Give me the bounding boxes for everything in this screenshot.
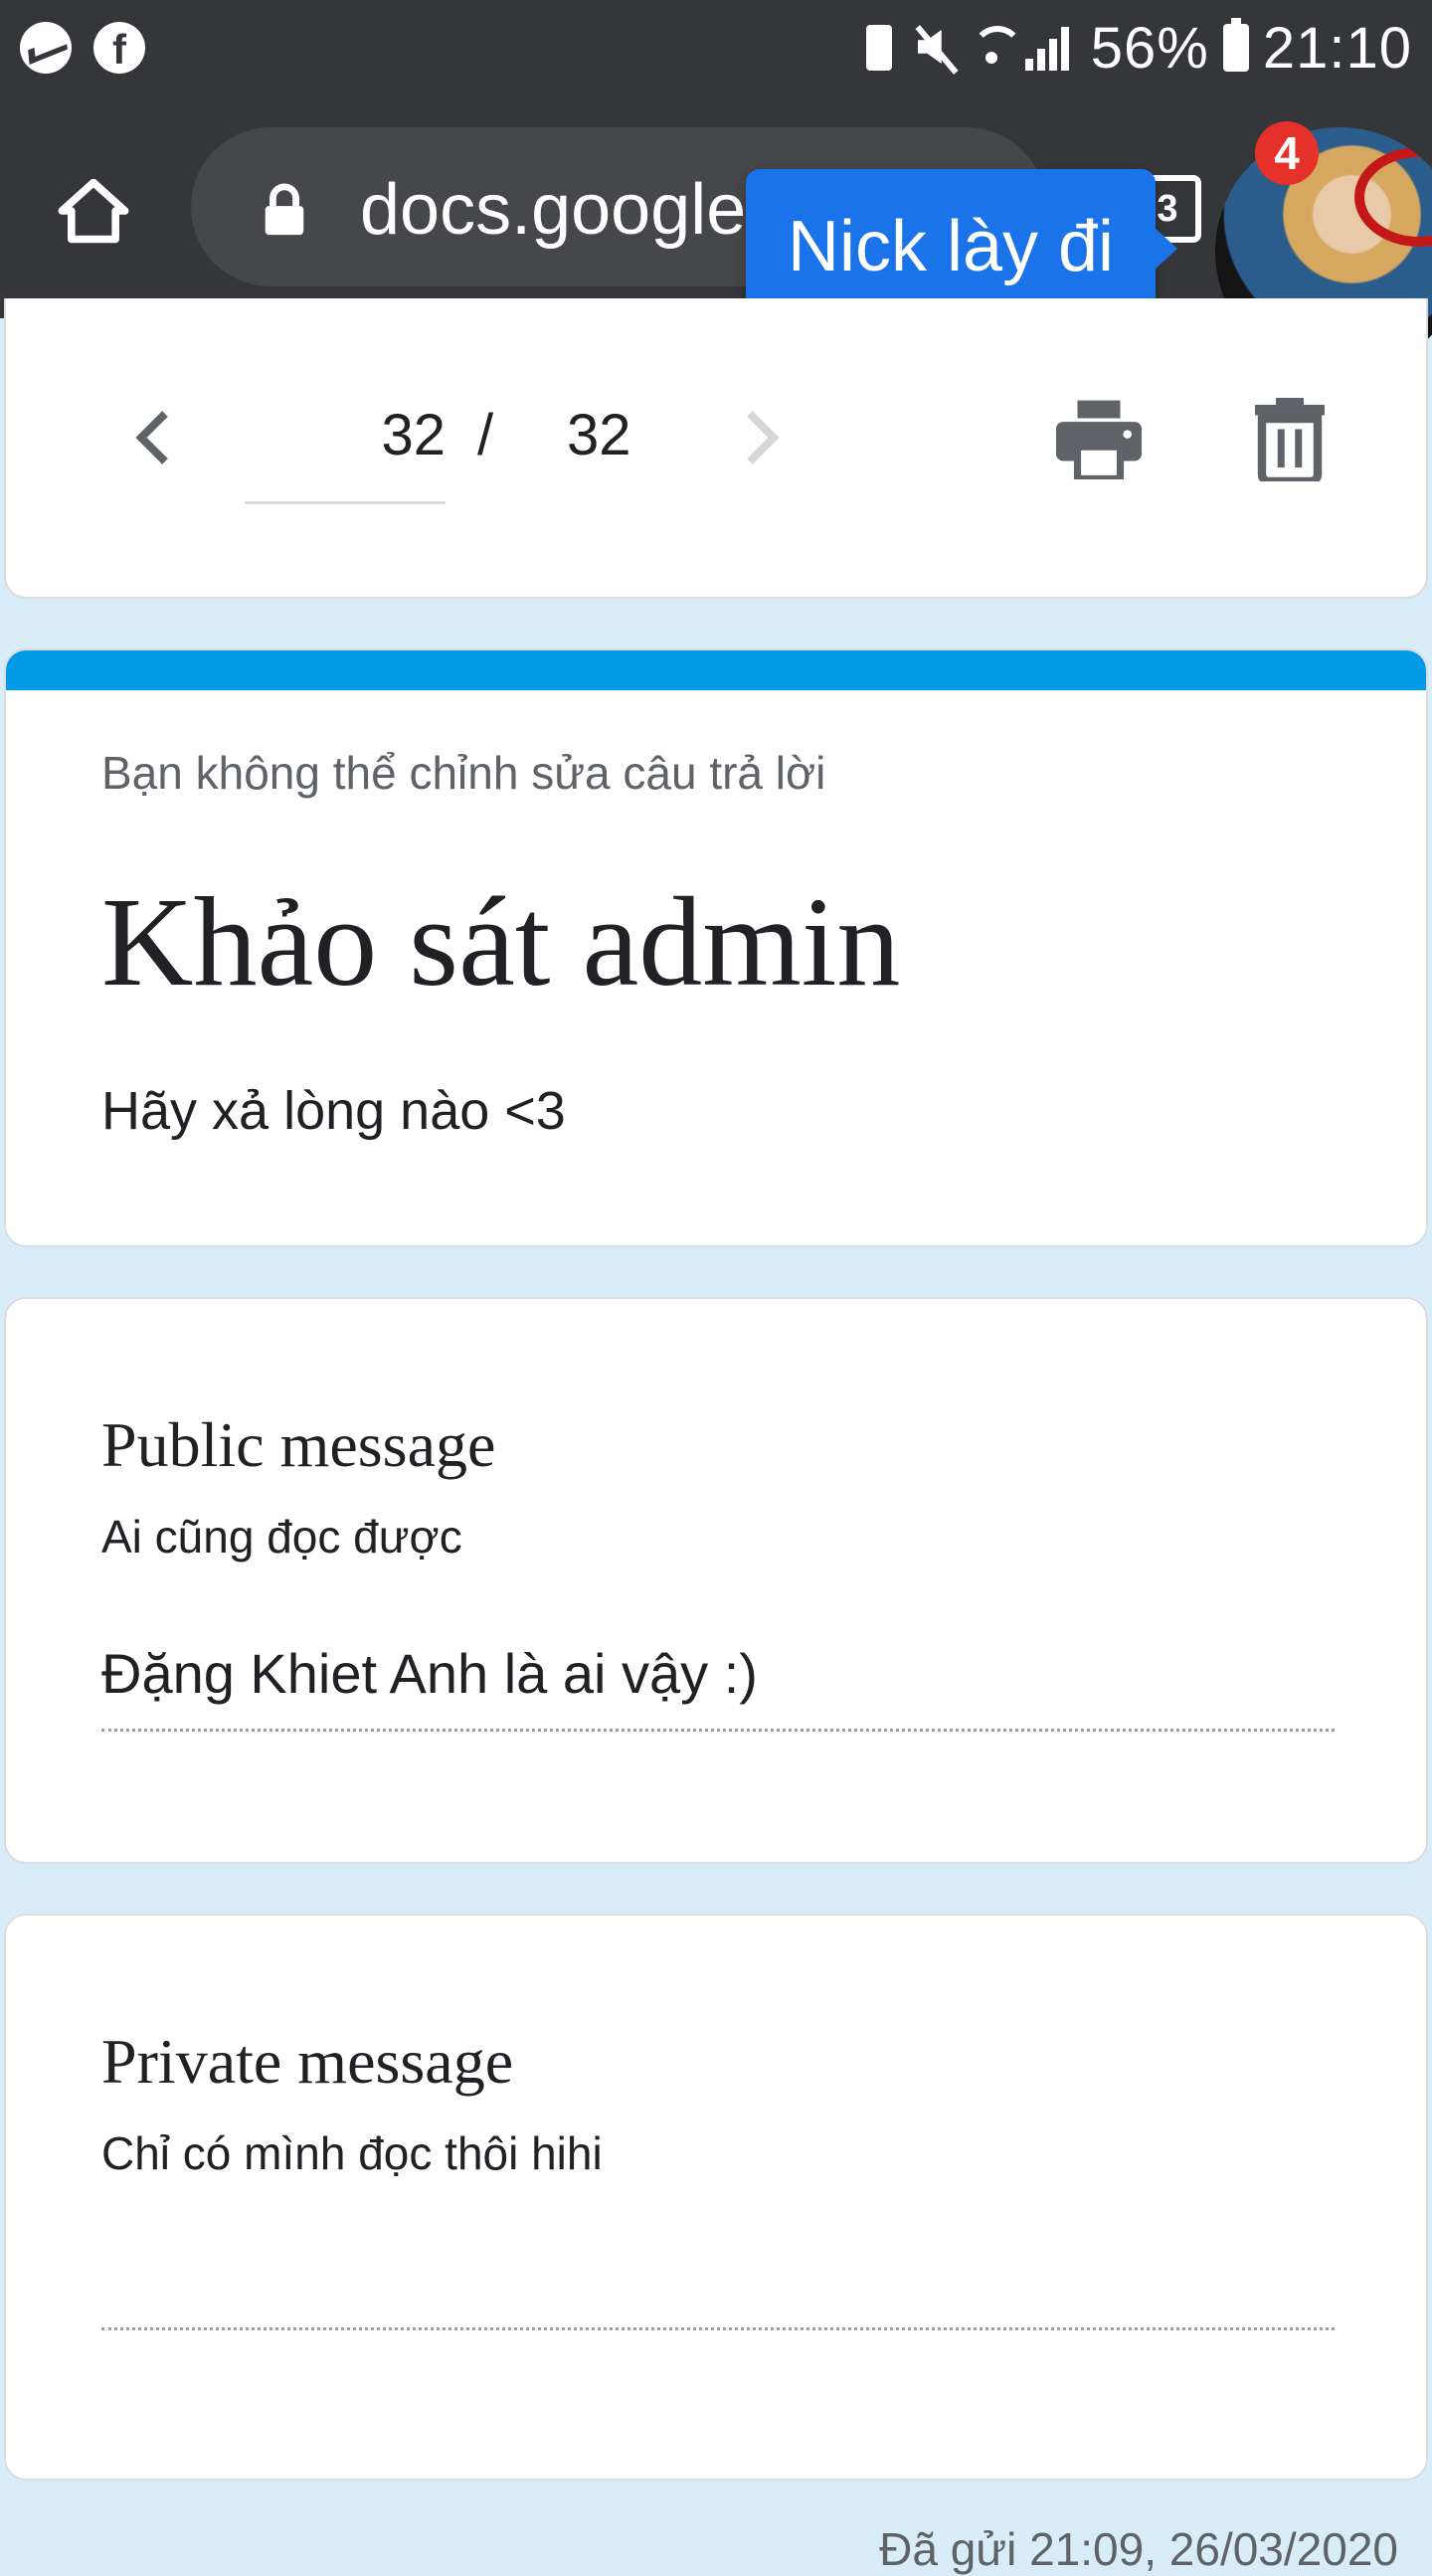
battery-saver-icon (865, 25, 892, 71)
notification-badge: 4 (1255, 121, 1319, 185)
battery-percent: 56% (1090, 15, 1209, 81)
response-navigation: 32 / 32 (4, 298, 1428, 599)
print-icon[interactable] (1056, 400, 1142, 479)
chevron-left-icon[interactable] (133, 408, 173, 467)
chevron-right-icon[interactable] (742, 408, 782, 467)
status-bar: 56% 21:10 (0, 0, 1432, 95)
total-responses: 32 (567, 403, 631, 467)
battery-icon (1222, 18, 1249, 72)
signal-icon (1024, 25, 1077, 71)
facebook-icon (93, 22, 145, 74)
answer-field: Đặng Khiet Anh là ai vậy :) (101, 1641, 1335, 1732)
question-title: Public message (101, 1409, 496, 1480)
form-header-card: Bạn không thể chỉnh sửa câu trả lời Khảo… (4, 648, 1428, 1247)
messenger-icon (20, 22, 72, 74)
question-card-private-message: Private message Chỉ có mình đọc thôi hih… (4, 1914, 1428, 2481)
current-response-input[interactable]: 32 (245, 358, 446, 504)
submission-timestamp: Đã gửi 21:09, 26/03/2020 (879, 2523, 1398, 2575)
current-response-value: 32 (381, 403, 446, 467)
lock-icon (265, 183, 304, 236)
trash-icon[interactable] (1255, 398, 1325, 481)
answer-field (101, 2327, 1335, 2330)
home-icon (58, 178, 129, 244)
form-description: Hãy xả lòng nào <3 (101, 1081, 566, 1141)
question-help-text: Chỉ có mình đọc thôi hihi (101, 2127, 603, 2179)
form-accent-bar (6, 650, 1426, 690)
edit-notice: Bạn không thể chỉnh sửa câu trả lời (101, 747, 826, 799)
question-help-text: Ai cũng đọc được (101, 1511, 462, 1563)
question-title: Private message (101, 2026, 514, 2097)
question-card-public-message: Public message Ai cũng đọc được Đặng Khi… (4, 1297, 1428, 1864)
browser-toolbar: docs.google.com 3 (0, 95, 1432, 318)
clock: 21:10 (1262, 15, 1412, 81)
page-separator: / (477, 403, 494, 467)
mute-icon (914, 22, 956, 74)
form-title: Khảo sát admin (101, 871, 901, 1012)
home-button[interactable] (56, 173, 131, 249)
wifi-icon (970, 22, 1023, 74)
